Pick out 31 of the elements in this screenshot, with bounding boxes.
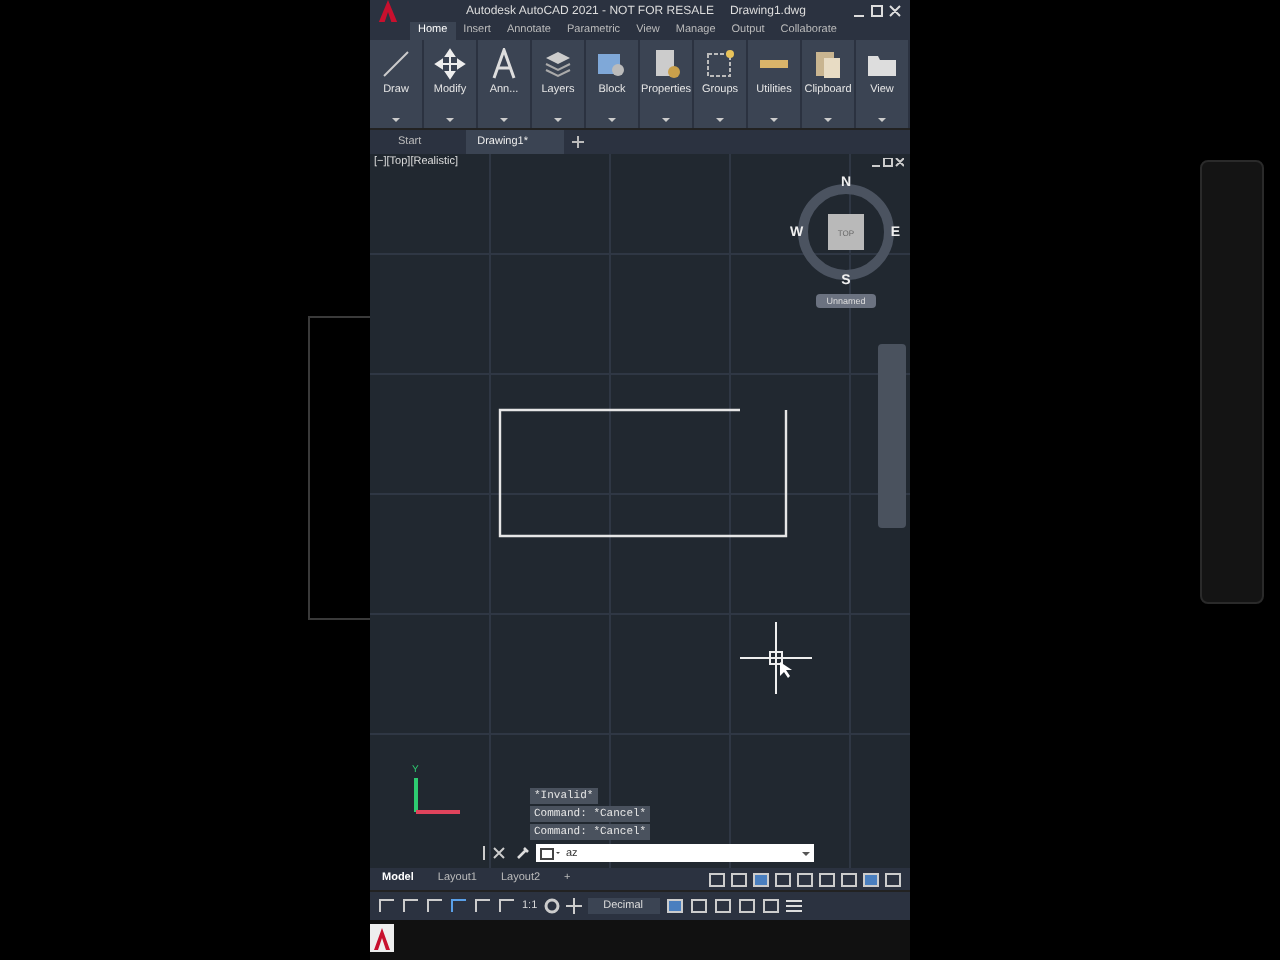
caret-icon [392, 118, 400, 122]
ucs-axes-icon [410, 776, 462, 816]
wrench-icon[interactable] [516, 846, 530, 860]
block-icon [596, 48, 628, 80]
window-controls-icon[interactable] [854, 4, 902, 18]
plus-icon[interactable] [565, 898, 582, 914]
close-icon[interactable] [482, 846, 510, 860]
caret-icon [770, 118, 778, 122]
command-icon [540, 847, 560, 859]
layers-icon [542, 48, 574, 80]
app-logo-icon[interactable] [370, 924, 394, 952]
viewport-controls-icon[interactable] [872, 158, 904, 168]
caret-icon [878, 118, 886, 122]
caret-icon [608, 118, 616, 122]
add-tab-icon[interactable] [572, 136, 584, 148]
line-icon [380, 48, 412, 80]
caret-icon [500, 118, 508, 122]
caret-icon [824, 118, 832, 122]
crosshair-cursor-icon [740, 622, 812, 694]
caret-icon [446, 118, 454, 122]
letter-icon [488, 48, 520, 80]
menu-icon[interactable] [785, 898, 802, 914]
caret-icon [554, 118, 562, 122]
caret-icon [662, 118, 670, 122]
group-icon [704, 48, 736, 80]
move-arrows-icon [434, 48, 466, 80]
caret-icon [716, 118, 724, 122]
caret-icon [802, 851, 810, 855]
app-logo-icon [378, 0, 398, 23]
properties-icon [650, 48, 682, 80]
clipboard-icon [812, 48, 844, 80]
